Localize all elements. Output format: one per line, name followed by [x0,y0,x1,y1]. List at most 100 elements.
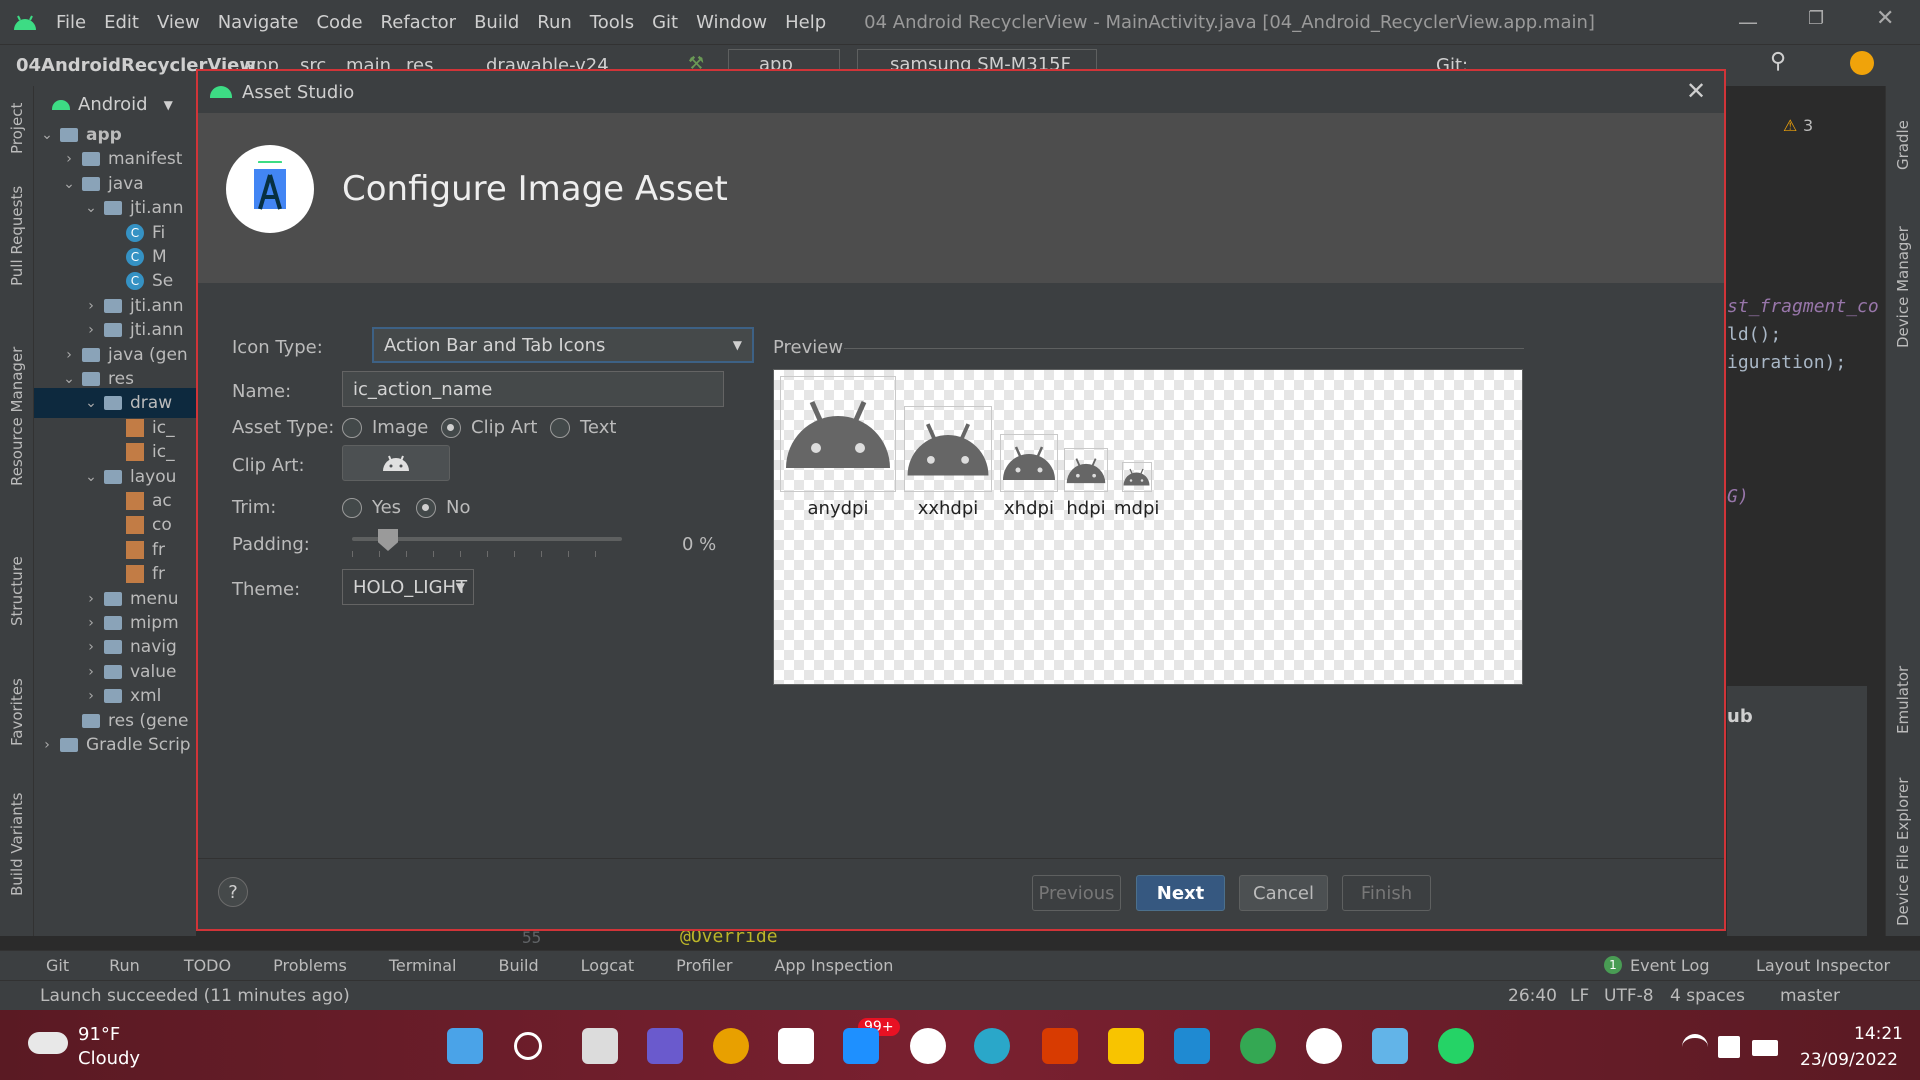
chevron-right-icon[interactable]: › [82,298,100,314]
chrome-icon[interactable] [713,1028,749,1064]
chat-icon[interactable] [647,1028,683,1064]
tool-problems[interactable]: Problems [273,956,347,975]
time[interactable]: 14:21 [1854,1024,1903,1044]
code-editor[interactable]: ⚠ 3 st_fragment_co ld(); iguration); G) … [1727,86,1885,936]
update-icon[interactable] [1850,51,1874,75]
menu-build[interactable]: Build [474,12,519,33]
menu-tools[interactable]: Tools [590,12,634,33]
previous-button[interactable]: Previous [1032,875,1121,911]
chevron-right-icon[interactable]: › [60,347,78,363]
trim-no-radio[interactable] [416,498,436,518]
chevron-down-icon[interactable]: ⌄ [82,469,100,485]
restore-icon[interactable]: ❐ [1808,8,1824,29]
chevron-down-icon[interactable]: ⌄ [82,200,100,216]
menu-refactor[interactable]: Refactor [381,12,457,33]
chevron-down-icon[interactable]: ⌄ [38,127,56,143]
cancel-button[interactable]: Cancel [1239,875,1328,911]
tool-profiler[interactable]: Profiler [676,956,732,975]
tool-app-inspection[interactable]: App Inspection [774,956,893,975]
next-button[interactable]: Next [1136,875,1225,911]
menu-help[interactable]: Help [785,12,826,33]
search-icon[interactable]: ⚲ [1770,49,1786,74]
menu-file[interactable]: File [56,12,86,33]
asset-type-clipart-label[interactable]: Clip Art [471,417,538,438]
tool-git[interactable]: Git [46,956,69,975]
caret-position[interactable]: 26:40 [1508,986,1557,1006]
finish-button[interactable]: Finish [1342,875,1431,911]
tool-terminal[interactable]: Terminal [389,956,457,975]
project-mode-selector[interactable]: Android ▼ [52,94,173,115]
close-icon[interactable]: ✕ [1686,77,1706,105]
edge-icon[interactable] [974,1028,1010,1064]
vscode-icon[interactable] [1174,1028,1210,1064]
tool-favorites[interactable]: Favorites [8,678,26,746]
office-icon[interactable] [1042,1028,1078,1064]
menu-code[interactable]: Code [316,12,362,33]
tool-todo[interactable]: TODO [184,956,231,975]
padding-slider[interactable] [352,529,622,559]
tool-emulator[interactable]: Emulator [1894,666,1912,734]
task-view-icon[interactable] [582,1028,618,1064]
tool-structure[interactable]: Structure [8,556,26,626]
unity-icon[interactable] [910,1028,946,1064]
trim-no-label[interactable]: No [446,497,470,518]
asset-type-clipart-radio[interactable] [441,418,461,438]
theme-dropdown[interactable]: HOLO_LIGHT ▼ [342,569,474,605]
tool-resource-manager[interactable]: Resource Manager [8,347,26,486]
file-encoding[interactable]: UTF-8 [1604,986,1654,1006]
paint-icon[interactable] [1372,1028,1408,1064]
menu-navigate[interactable]: Navigate [218,12,299,33]
tool-layout-inspector[interactable]: Layout Inspector [1756,956,1890,975]
minimize-icon[interactable]: — [1738,10,1758,34]
file-explorer-icon[interactable] [1108,1028,1144,1064]
trim-yes-radio[interactable] [342,498,362,518]
asset-type-image-radio[interactable] [342,418,362,438]
mail-icon[interactable] [843,1028,879,1064]
tool-device-manager[interactable]: Device Manager [1894,226,1912,348]
menu-view[interactable]: View [157,12,200,33]
wifi-icon[interactable] [1682,1034,1708,1060]
tool-event-log[interactable]: Event Log [1630,956,1710,975]
tool-device-file-explorer[interactable]: Device File Explorer [1894,778,1912,926]
chevron-right-icon[interactable]: › [38,737,56,753]
chevron-right-icon[interactable]: › [82,615,100,631]
clip-art-button[interactable] [342,445,450,481]
tool-build-variants[interactable]: Build Variants [8,793,26,896]
chevron-right-icon[interactable]: › [82,322,100,338]
name-field[interactable]: ic_action_name [342,371,724,407]
whatsapp-icon[interactable] [1438,1028,1474,1064]
chevron-down-icon[interactable]: ⌄ [82,395,100,411]
asset-type-text-radio[interactable] [550,418,570,438]
menu-run[interactable]: Run [537,12,572,33]
battery-icon[interactable] [1752,1040,1778,1056]
tool-run[interactable]: Run [109,956,140,975]
search-taskbar-icon[interactable] [514,1032,542,1060]
indent-setting[interactable]: 4 spaces [1670,986,1745,1006]
chevron-down-icon[interactable]: ⌄ [60,371,78,387]
close-window-icon[interactable]: ✕ [1876,6,1894,31]
volume-icon[interactable] [1718,1036,1740,1058]
chevron-right-icon[interactable]: › [82,591,100,607]
tool-gradle[interactable]: Gradle [1894,120,1912,170]
dropbox-icon[interactable] [778,1028,814,1064]
asset-type-image-label[interactable]: Image [372,417,428,438]
tool-pull-requests[interactable]: Pull Requests [8,186,26,286]
tree-item[interactable]: › Gradle Scrip [34,730,197,760]
icon-type-dropdown[interactable]: Action Bar and Tab Icons ▼ [372,327,754,363]
date[interactable]: 23/09/2022 [1800,1050,1898,1070]
chevron-down-icon[interactable]: ⌄ [60,176,78,192]
help-button[interactable]: ? [218,877,248,907]
chevron-right-icon[interactable]: › [82,639,100,655]
warning-icon[interactable]: ⚠ [1783,116,1797,135]
tool-logcat[interactable]: Logcat [581,956,634,975]
asset-type-text-label[interactable]: Text [580,417,616,438]
slider-thumb[interactable] [378,529,398,551]
windows-start-icon[interactable] [447,1028,483,1064]
line-separator[interactable]: LF [1570,986,1589,1006]
chevron-right-icon[interactable]: › [82,688,100,704]
git-branch[interactable]: master [1780,986,1840,1006]
tool-build[interactable]: Build [498,956,538,975]
tool-project[interactable]: Project [8,103,26,154]
chrome-profile-icon[interactable] [1240,1028,1276,1064]
trim-yes-label[interactable]: Yes [372,497,401,518]
